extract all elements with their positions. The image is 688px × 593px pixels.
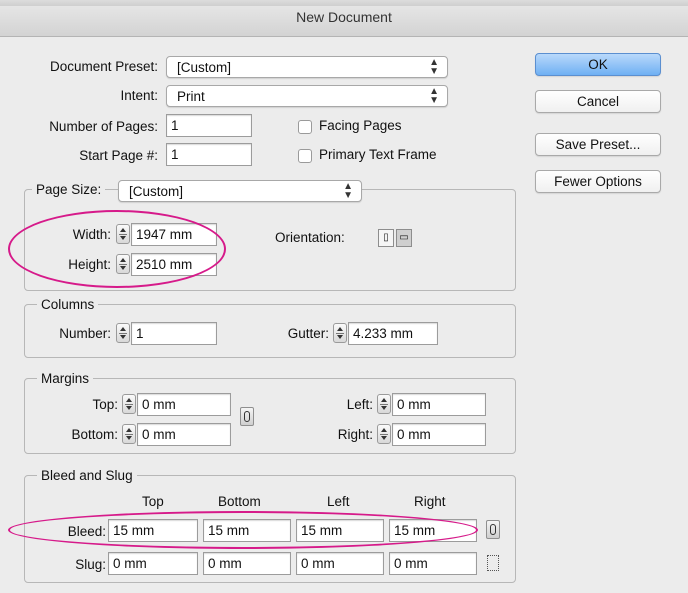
- slug-bottom-value: 0 mm: [208, 556, 242, 571]
- updown-arrow-icon: ▲ ▼: [429, 86, 439, 106]
- bottom-margin-value: 0 mm: [142, 427, 176, 442]
- intent-value: Print: [177, 89, 205, 104]
- width-stepper-icon[interactable]: [116, 224, 130, 244]
- height-input[interactable]: 2510 mm: [131, 253, 217, 276]
- ok-button[interactable]: OK: [535, 53, 661, 76]
- slug-bottom-input[interactable]: 0 mm: [203, 552, 291, 575]
- bleed-header-right: Right: [414, 494, 446, 509]
- bleed-left-value: 15 mm: [301, 523, 343, 538]
- right-margin-label: Right:: [337, 427, 373, 442]
- bleed-label: Bleed:: [67, 524, 106, 539]
- start-page-label: Start Page #:: [79, 148, 158, 163]
- bleed-top-input[interactable]: 15 mm: [108, 519, 198, 542]
- top-margin-input[interactable]: 0 mm: [137, 393, 231, 416]
- slug-right-input[interactable]: 0 mm: [389, 552, 477, 575]
- portrait-icon[interactable]: ▯: [378, 229, 394, 247]
- page-size-value: [Custom]: [129, 184, 184, 199]
- document-preset-label: Document Preset:: [49, 59, 158, 74]
- left-margin-label: Left:: [346, 397, 373, 412]
- bleed-bottom-value: 15 mm: [208, 523, 250, 538]
- slug-label: Slug:: [75, 557, 106, 572]
- number-of-pages-label: Number of Pages:: [49, 119, 158, 134]
- right-margin-input[interactable]: 0 mm: [392, 423, 486, 446]
- columns-number-input[interactable]: 1: [131, 322, 217, 345]
- gutter-input[interactable]: 4.233 mm: [348, 322, 438, 345]
- landscape-icon[interactable]: ▭: [396, 229, 412, 247]
- start-page-input[interactable]: 1: [166, 143, 252, 166]
- gutter-value: 4.233 mm: [353, 326, 414, 341]
- bleed-top-value: 15 mm: [113, 523, 155, 538]
- facing-pages-label: Facing Pages: [319, 118, 402, 133]
- link-icon[interactable]: [240, 407, 254, 426]
- margins-legend: Margins: [37, 370, 94, 388]
- bleed-header-bottom: Bottom: [218, 494, 261, 509]
- top-margin-value: 0 mm: [142, 397, 176, 412]
- bleed-slug-legend: Bleed and Slug: [37, 467, 137, 485]
- bleed-link-icon[interactable]: [486, 520, 500, 539]
- bleed-right-value: 15 mm: [394, 523, 436, 538]
- bleed-header-top: Top: [142, 494, 164, 509]
- bottom-margin-input[interactable]: 0 mm: [137, 423, 231, 446]
- height-label: Height:: [68, 257, 111, 272]
- left-margin-input[interactable]: 0 mm: [392, 393, 486, 416]
- bottom-margin-stepper-icon[interactable]: [122, 424, 136, 444]
- title-bar[interactable]: New Document: [0, 0, 688, 37]
- gutter-label: Gutter:: [287, 326, 329, 341]
- width-label: Width:: [72, 227, 111, 242]
- intent-select[interactable]: Print ▲ ▼: [166, 85, 448, 107]
- columns-stepper-icon[interactable]: [116, 323, 130, 343]
- slug-top-input[interactable]: 0 mm: [108, 552, 198, 575]
- facing-pages-checkbox[interactable]: [298, 120, 312, 134]
- cancel-button[interactable]: Cancel: [535, 90, 661, 113]
- width-value: 1947 mm: [136, 227, 193, 242]
- orientation-label: Orientation:: [275, 230, 345, 245]
- new-document-dialog: New Document Document Preset: [Custom] ▲…: [0, 0, 688, 593]
- right-margin-stepper-icon[interactable]: [377, 424, 391, 444]
- window-shadow: [0, 0, 688, 6]
- top-margin-stepper-icon[interactable]: [122, 394, 136, 414]
- intent-label: Intent:: [120, 88, 158, 103]
- bleed-bottom-input[interactable]: 15 mm: [203, 519, 291, 542]
- gutter-stepper-icon[interactable]: [333, 323, 347, 343]
- save-preset-button[interactable]: Save Preset...: [535, 133, 661, 156]
- columns-number-value: 1: [136, 326, 144, 341]
- document-preset-select[interactable]: [Custom] ▲ ▼: [166, 56, 448, 78]
- primary-text-frame-label: Primary Text Frame: [319, 147, 437, 162]
- start-page-value: 1: [171, 147, 179, 162]
- slug-left-input[interactable]: 0 mm: [296, 552, 384, 575]
- number-of-pages-input[interactable]: 1: [166, 114, 252, 137]
- columns-legend: Columns: [37, 296, 99, 314]
- primary-text-frame-checkbox[interactable]: [298, 149, 312, 163]
- slug-top-value: 0 mm: [113, 556, 147, 571]
- slug-left-value: 0 mm: [301, 556, 335, 571]
- updown-arrow-icon: ▲ ▼: [429, 57, 439, 77]
- top-margin-label: Top:: [92, 397, 118, 412]
- width-input[interactable]: 1947 mm: [131, 223, 217, 246]
- bleed-left-input[interactable]: 15 mm: [296, 519, 384, 542]
- window-title: New Document: [296, 9, 392, 25]
- bleed-right-input[interactable]: 15 mm: [389, 519, 477, 542]
- columns-number-label: Number:: [59, 326, 111, 341]
- bleed-header-left: Left: [327, 494, 350, 509]
- bottom-margin-label: Bottom:: [71, 427, 118, 442]
- slug-right-value: 0 mm: [394, 556, 428, 571]
- height-value: 2510 mm: [136, 257, 193, 272]
- right-margin-value: 0 mm: [397, 427, 431, 442]
- fewer-options-button[interactable]: Fewer Options: [535, 170, 661, 193]
- number-of-pages-value: 1: [171, 118, 179, 133]
- height-stepper-icon[interactable]: [116, 254, 130, 274]
- left-margin-stepper-icon[interactable]: [377, 394, 391, 414]
- left-margin-value: 0 mm: [397, 397, 431, 412]
- chain-broken-icon[interactable]: [487, 555, 499, 571]
- updown-arrow-icon: ▲ ▼: [343, 181, 353, 201]
- page-size-select[interactable]: [Custom] ▲ ▼: [118, 180, 362, 202]
- document-preset-value: [Custom]: [177, 60, 232, 75]
- page-size-label: Page Size:: [32, 181, 106, 199]
